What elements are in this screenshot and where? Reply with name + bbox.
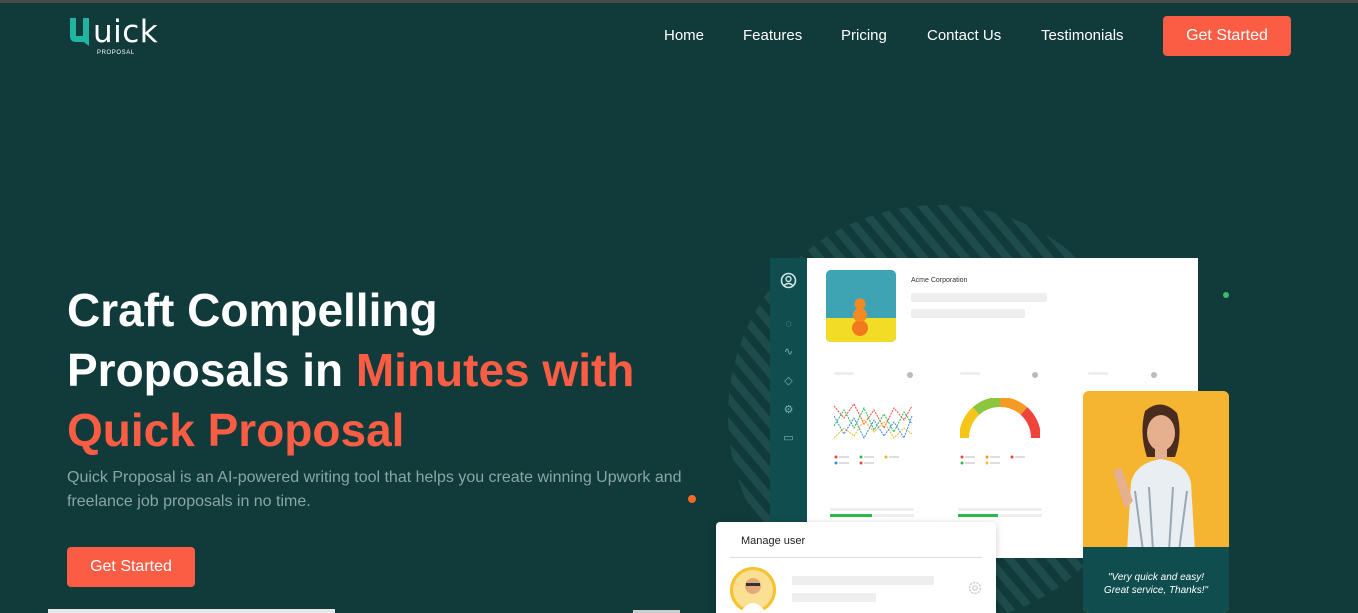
placeholder-bar [911, 309, 1025, 318]
info-icon [1032, 372, 1038, 378]
testimonial-quote: "Very quick and easy! Great service, Tha… [1083, 571, 1229, 597]
info-icon [907, 372, 913, 378]
logo-q-icon [70, 18, 89, 46]
nav-home[interactable]: Home [664, 27, 704, 44]
mini-chart-legend [834, 455, 899, 465]
placeholder-bar [792, 576, 934, 585]
mini-gauge-chart [960, 398, 1040, 439]
testimonial-photo [1083, 391, 1229, 551]
divider [730, 557, 982, 558]
settings-icon [968, 581, 982, 595]
user-circle-icon [780, 272, 797, 289]
progress-track [958, 514, 1042, 517]
scroll-edge-strip [48, 609, 335, 613]
nav-features[interactable]: Features [743, 27, 802, 44]
chat-icon: ◌ [785, 318, 792, 330]
mini-line-chart [834, 403, 913, 440]
decor-dot-orange [688, 495, 696, 503]
dashboard-sidebar: ◌ ∿ ◇ ⚙ ▭ [770, 258, 807, 558]
testimonial-card: "Very quick and easy! Great service, Tha… [1083, 391, 1229, 613]
hero-title-line2a: Proposals in [67, 344, 356, 396]
nav-contact-us[interactable]: Contact Us [927, 27, 1001, 44]
mini-gauge-legend [960, 455, 1025, 465]
hero-title-line2b: Minutes with [355, 344, 635, 396]
company-name: Acme Corporation [911, 277, 968, 284]
logo-subtitle: PROPOSAL [97, 50, 135, 56]
chart-title-placeholder [1088, 372, 1108, 375]
progress-track [958, 508, 1042, 511]
hero-title-line1: Craft Compelling [67, 284, 438, 336]
gear-icon: ⚙ [783, 404, 794, 416]
hero-description: Quick Proposal is an AI-powered writing … [67, 469, 682, 510]
nav-pricing[interactable]: Pricing [841, 27, 887, 44]
chart-title-placeholder [834, 372, 854, 375]
avatar [730, 567, 776, 613]
decor-dot-green [1223, 292, 1229, 298]
chart-title-placeholder [960, 372, 980, 375]
tag-icon: ◇ [784, 375, 793, 387]
progress-track [830, 508, 914, 511]
testimonial-quote-line1: "Very quick and easy! [1107, 572, 1204, 583]
info-icon [1151, 372, 1157, 378]
hero-title: Craft Compelling Proposals in Minutes wi… [67, 280, 707, 460]
testimonial-quote-line2: Great service, Thanks!" [1103, 585, 1209, 596]
hero-title-line3: Quick Proposal [67, 404, 405, 456]
manage-user-title: Manage user [741, 535, 806, 547]
company-thumbnail [826, 270, 896, 342]
nav-testimonials[interactable]: Testimonials [1041, 27, 1124, 44]
logo-text: uick [93, 14, 159, 50]
window-top-border [0, 0, 1358, 3]
placeholder-bar [911, 293, 1047, 302]
progress-fill [830, 514, 872, 517]
logo[interactable]: uick PROPOSAL [67, 14, 167, 58]
nav-get-started-button[interactable]: Get Started [1163, 16, 1291, 56]
placeholder-bar [792, 593, 876, 602]
manage-user-card: Manage user [716, 522, 996, 613]
trash-icon: ▭ [783, 432, 794, 444]
activity-icon: ∿ [783, 346, 794, 358]
progress-fill [958, 514, 999, 517]
progress-track [830, 514, 914, 517]
hero-get-started-button[interactable]: Get Started [67, 547, 195, 587]
